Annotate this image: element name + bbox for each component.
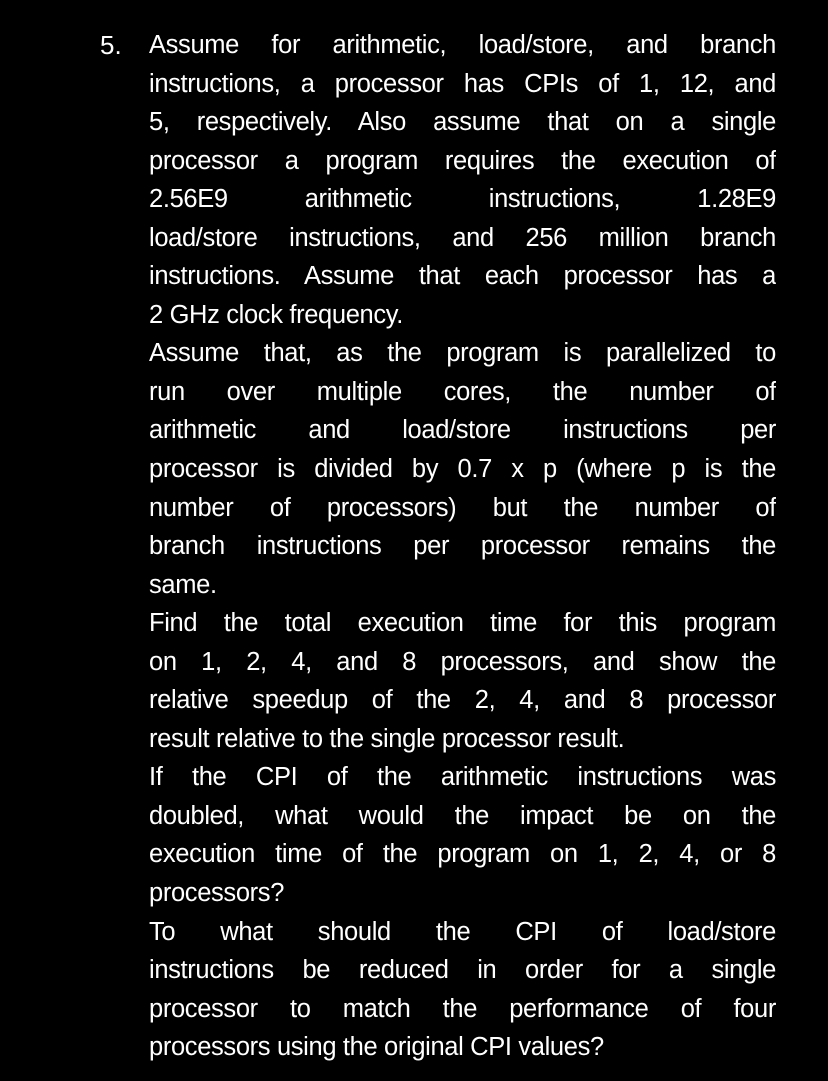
text-line: processor a program requires the executi… bbox=[149, 146, 776, 175]
text-line: 2.56E9 arithmetic instructions, 1.28E9 bbox=[149, 185, 776, 214]
text-line: relative speedup of the 2, 4, and 8 proc… bbox=[149, 686, 776, 715]
text-line: If the CPI of the arithmetic instruction… bbox=[149, 763, 776, 792]
text-line: Assume for arithmetic, load/store, and b… bbox=[149, 31, 776, 59]
paragraph-part-a: Find the total execution time for this p… bbox=[149, 604, 776, 758]
text-line: result relative to the single processor … bbox=[149, 724, 625, 753]
text-line: Assume that, as the program is paralleli… bbox=[149, 339, 776, 368]
text-line: instructions, a processor has CPIs of 1,… bbox=[149, 69, 776, 98]
text-line: processor to match the performance of fo… bbox=[149, 994, 776, 1023]
text-line: run over multiple cores, the number of bbox=[149, 377, 776, 406]
paragraph-part-b: If the CPI of the arithmetic instruction… bbox=[149, 758, 776, 912]
text-line: Find the total execution time for this p… bbox=[149, 609, 776, 638]
text-line: 5, respectively. Also assume that on a s… bbox=[149, 108, 776, 137]
paragraph-setup: Assume for arithmetic, load/store, and b… bbox=[149, 26, 776, 334]
text-line: load/store instructions, and 256 million… bbox=[149, 223, 776, 252]
text-line: doubled, what would the impact be on the bbox=[149, 801, 776, 830]
text-line: processor is divided by 0.7 x p (where p… bbox=[149, 455, 776, 484]
question-body: Assume for arithmetic, load/store, and b… bbox=[149, 26, 776, 1067]
text-line: To what should the CPI of load/store bbox=[149, 917, 776, 946]
text-line: branch instructions per processor remain… bbox=[149, 532, 776, 561]
text-line: 2 GHz clock frequency. bbox=[149, 300, 404, 329]
paragraph-parallel-assumption: Assume that, as the program is paralleli… bbox=[149, 334, 776, 604]
text-line: processors? bbox=[149, 879, 285, 908]
text-line: same. bbox=[149, 570, 217, 599]
text-line: arithmetic and load/store instructions p… bbox=[149, 416, 776, 445]
question-number: 5. bbox=[100, 30, 122, 60]
text-line: instructions be reduced in order for a s… bbox=[149, 956, 776, 985]
text-line: processors using the original CPI values… bbox=[149, 1033, 604, 1062]
paragraph-part-c: To what should the CPI of load/store ins… bbox=[149, 913, 776, 1067]
text-line: execution time of the program on 1, 2, 4… bbox=[149, 840, 776, 869]
text-line: on 1, 2, 4, and 8 processors, and show t… bbox=[149, 647, 776, 676]
text-line: number of processors) but the number of bbox=[149, 493, 776, 522]
text-line: instructions. Assume that each processor… bbox=[149, 262, 776, 291]
